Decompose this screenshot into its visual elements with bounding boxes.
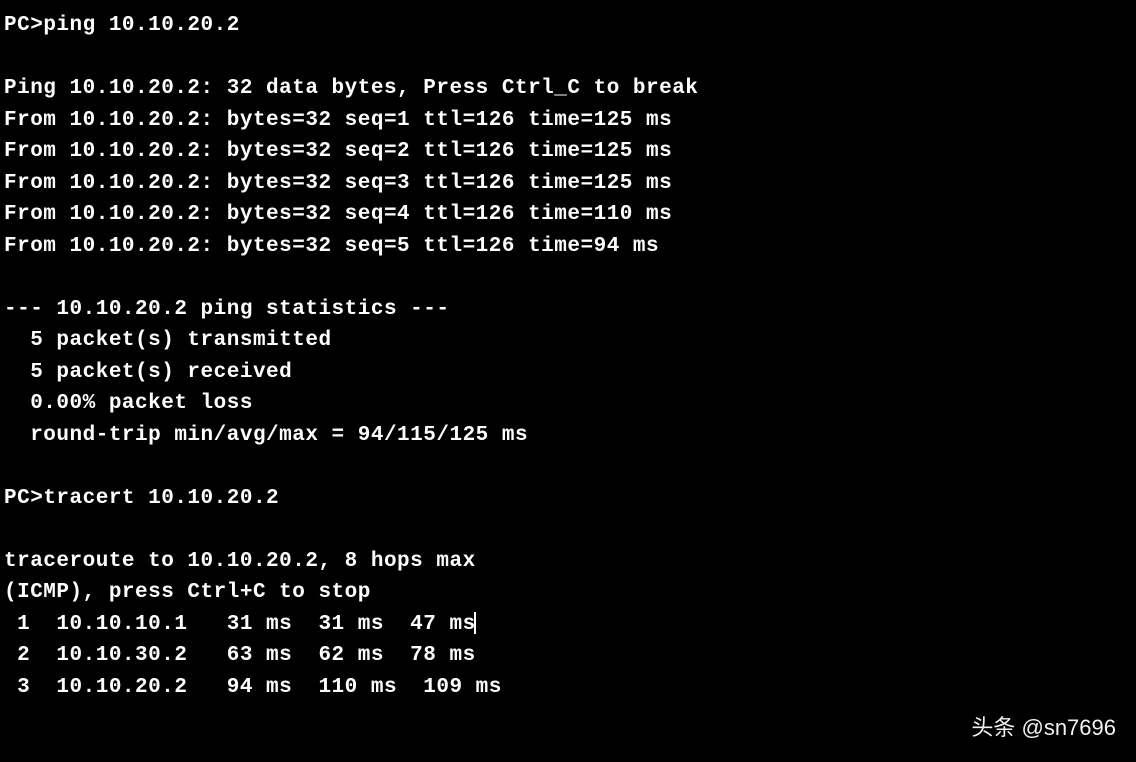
ping-reply: From 10.10.20.2: bytes=32 seq=2 ttl=126 … <box>4 136 1132 168</box>
prompt: PC> <box>4 487 43 510</box>
ping-reply: From 10.10.20.2: bytes=32 seq=5 ttl=126 … <box>4 231 1132 263</box>
stats-header: --- 10.10.20.2 ping statistics --- <box>4 294 1132 326</box>
cursor-icon <box>474 612 476 634</box>
stats-line: round-trip min/avg/max = 94/115/125 ms <box>4 420 1132 452</box>
command-line: PC>tracert 10.10.20.2 <box>4 483 1132 515</box>
tracert-header: traceroute to 10.10.20.2, 8 hops max <box>4 546 1132 578</box>
blank-line <box>4 514 1132 546</box>
prompt: PC> <box>4 14 43 37</box>
stats-line: 5 packet(s) transmitted <box>4 325 1132 357</box>
blank-line <box>4 42 1132 74</box>
tracert-hop: 1 10.10.10.1 31 ms 31 ms 47 ms <box>4 609 1132 641</box>
stats-line: 0.00% packet loss <box>4 388 1132 420</box>
ping-header: Ping 10.10.20.2: 32 data bytes, Press Ct… <box>4 73 1132 105</box>
ping-reply: From 10.10.20.2: bytes=32 seq=3 ttl=126 … <box>4 168 1132 200</box>
ping-command: ping 10.10.20.2 <box>43 14 240 37</box>
tracert-hop: 3 10.10.20.2 94 ms 110 ms 109 ms <box>4 672 1132 704</box>
tracert-header: (ICMP), press Ctrl+C to stop <box>4 577 1132 609</box>
tracert-hop: 2 10.10.30.2 63 ms 62 ms 78 ms <box>4 640 1132 672</box>
stats-line: 5 packet(s) received <box>4 357 1132 389</box>
ping-reply: From 10.10.20.2: bytes=32 seq=4 ttl=126 … <box>4 199 1132 231</box>
tracert-command: tracert 10.10.20.2 <box>43 487 279 510</box>
blank-line <box>4 262 1132 294</box>
terminal-output[interactable]: PC>ping 10.10.20.2 Ping 10.10.20.2: 32 d… <box>4 10 1132 703</box>
watermark-text: 头条 @sn7696 <box>971 711 1116 744</box>
ping-reply: From 10.10.20.2: bytes=32 seq=1 ttl=126 … <box>4 105 1132 137</box>
command-line: PC>ping 10.10.20.2 <box>4 10 1132 42</box>
blank-line <box>4 451 1132 483</box>
